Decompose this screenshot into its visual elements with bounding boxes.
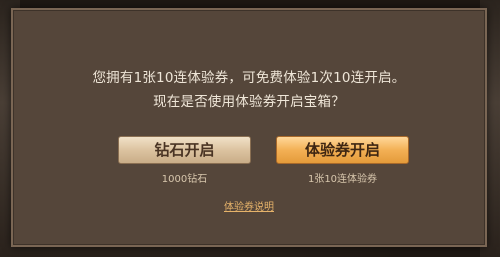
open-chest-dialog: 您拥有1张10连体验券，可免费体验1次10连开启。 现在是否使用体验券开启宝箱？…	[11, 8, 487, 247]
voucher-cost-label: 1张10连体验券	[307, 174, 378, 185]
dialog-message-line2: 现在是否使用体验券开启宝箱？	[153, 94, 345, 110]
diamond-cost-label: 1000钻石	[161, 174, 208, 185]
voucher-info-link[interactable]: 体验券说明	[13, 198, 485, 213]
diamond-open-button[interactable]: 钻石开启	[118, 136, 251, 164]
voucher-open-button[interactable]: 体验券开启	[276, 136, 409, 164]
dialog-message-line1: 您拥有1张10连体验券，可免费体验1次10连开启。	[92, 70, 406, 86]
